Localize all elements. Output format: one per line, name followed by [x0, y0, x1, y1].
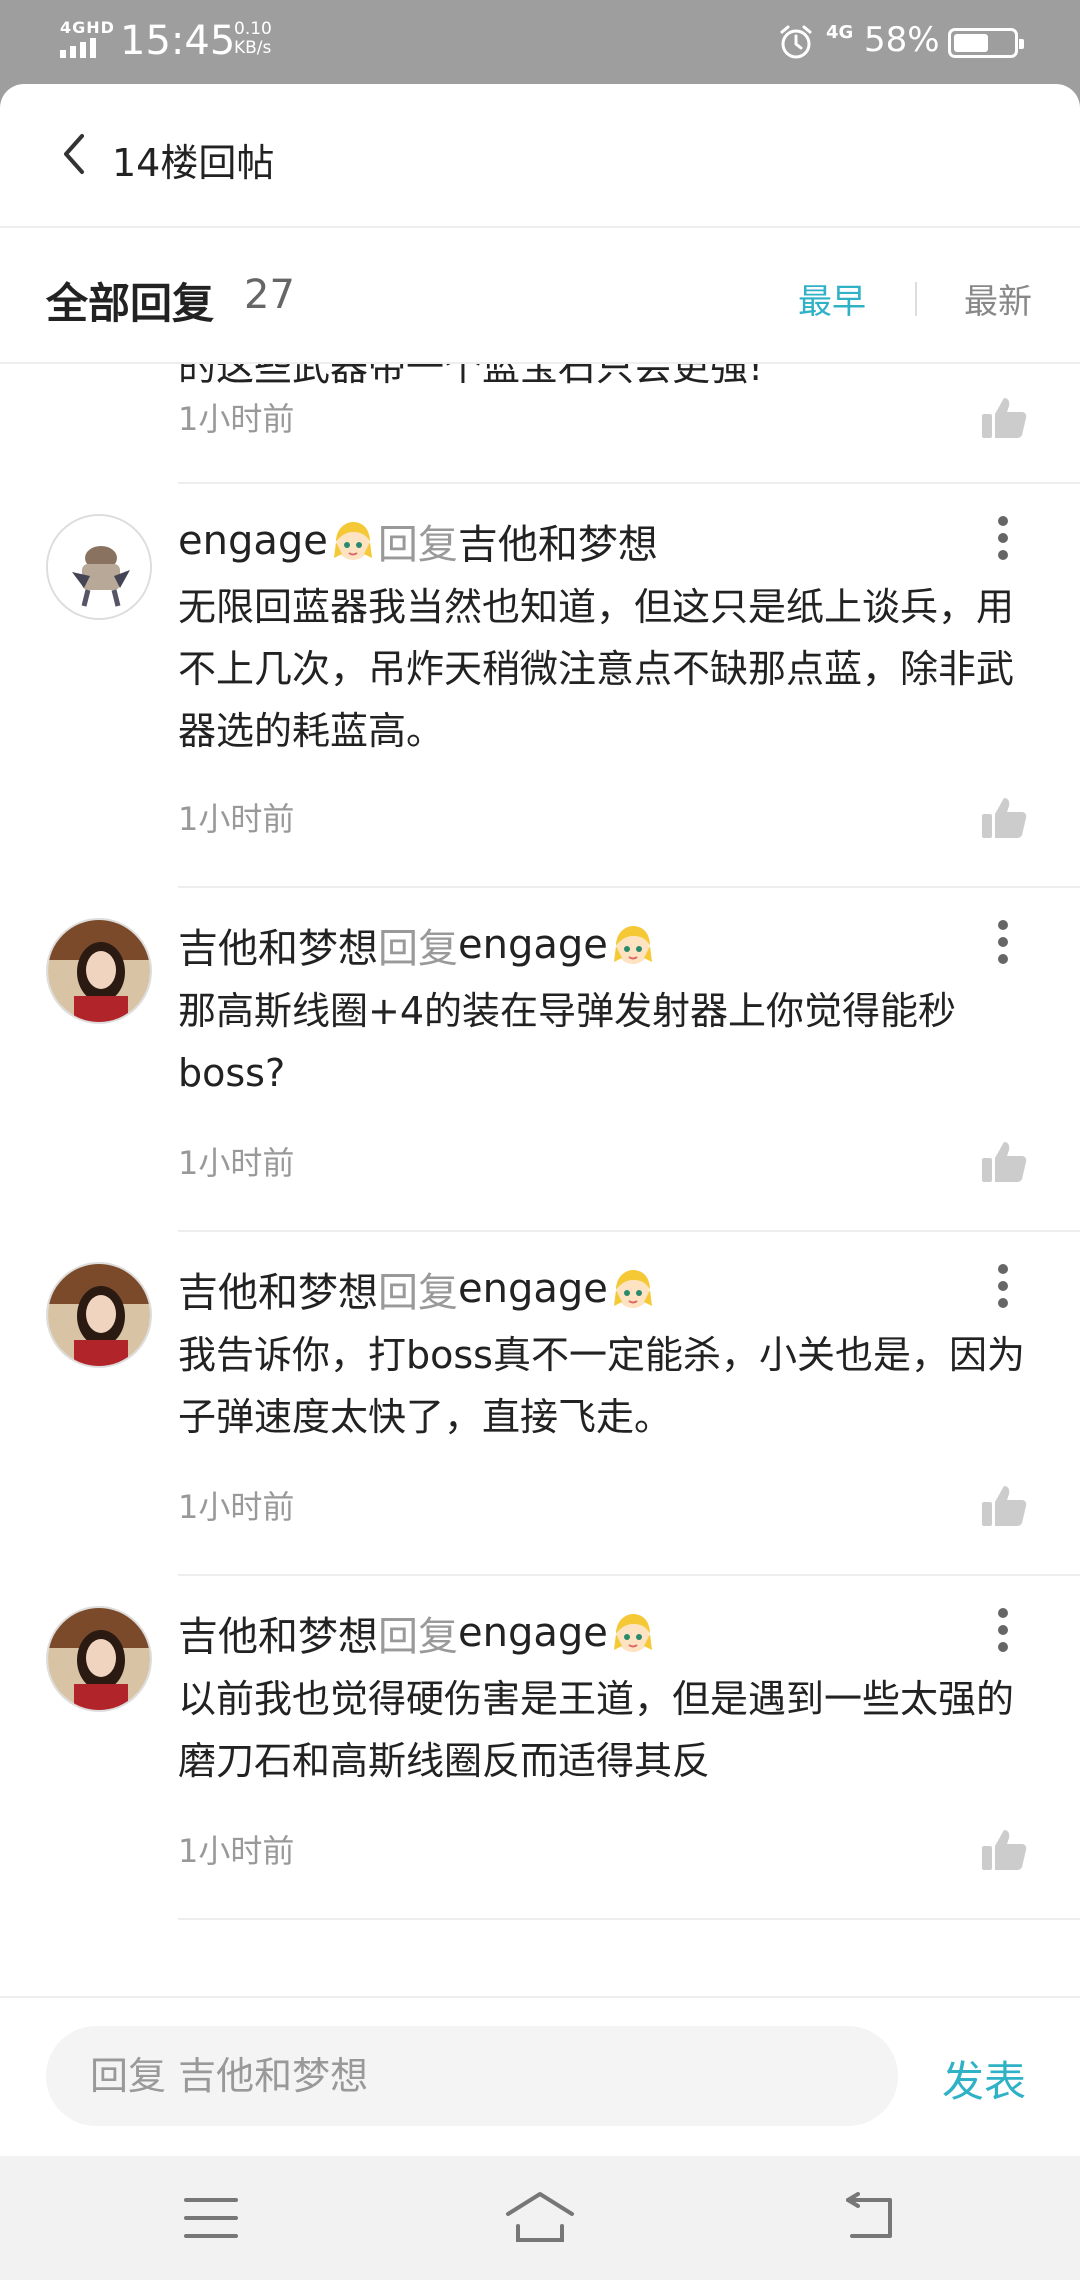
reply-item: engage 回复 吉他和梦想 无限回蓝器我当然也知道，但这只是纸上谈兵，用不上… — [0, 484, 1080, 888]
back-icon[interactable] — [842, 2192, 896, 2242]
reply-content: 无限回蓝器我当然也知道，但这只是纸上谈兵，用不上几次，吊炸天稍微注意点不缺那点蓝… — [178, 585, 1015, 753]
more-options-icon[interactable] — [996, 1262, 1010, 1310]
thumbs-up-icon[interactable] — [980, 794, 1028, 842]
thumbs-up-icon[interactable] — [980, 1138, 1028, 1186]
girl-badge-icon — [613, 1270, 652, 1308]
girl-badge-icon — [333, 522, 372, 560]
title-bar: 14楼回帖 — [0, 84, 1080, 228]
avatar-image — [48, 516, 150, 618]
reply-input-bar: 发表 — [0, 1996, 1080, 2156]
reply-sheet: 14楼回帖 全部回复 27 最早 最新 的这些武器带一个蓝宝石只会更强! 1小时… — [0, 84, 1080, 2156]
author-name[interactable]: engage — [178, 518, 328, 564]
mobile-data-label: 4G — [826, 22, 854, 43]
author-name[interactable]: 吉他和梦想 — [178, 1604, 378, 1662]
reply-target-name[interactable]: engage — [458, 922, 608, 968]
reply-content: 那高斯线圈+4的装在导弹发射器上你觉得能秒boss? — [178, 989, 957, 1095]
reply-time: 1小时前 — [178, 1488, 295, 1526]
sort-newest-tab[interactable]: 最新 — [964, 274, 1032, 323]
reply-time: 1小时前 — [178, 1832, 295, 1870]
author-name[interactable]: 吉他和梦想 — [178, 1260, 378, 1318]
reply-time: 1小时前 — [178, 400, 295, 438]
status-bar: 4GHD 15:45 0.10 KB/s 4G 58% — [0, 0, 1080, 84]
reply-item: 吉他和梦想 回复 engage 那高斯线圈+4的装在导弹发射器上你觉得能秒bos… — [0, 888, 1080, 1232]
reply-content: 我告诉你，打boss真不一定能杀，小关也是，因为子弹速度太快了，直接飞走。 — [178, 1333, 1025, 1439]
reply-content: 以前我也觉得硬伤害是王道，但是遇到一些太强的磨刀石和高斯线圈反而适得其反 — [178, 1677, 1015, 1783]
battery-icon — [948, 28, 1024, 58]
reply-header: 全部回复 27 最早 最新 — [0, 230, 1080, 364]
send-button[interactable]: 发表 — [942, 2048, 1026, 2109]
network-speed: 0.10 KB/s — [234, 20, 272, 58]
avatar-image — [48, 920, 150, 1022]
thumbs-up-icon[interactable] — [980, 1482, 1028, 1530]
battery-percent: 58% — [864, 20, 940, 60]
clock: 15:45 — [120, 18, 236, 64]
reply-to-label: 回复 — [377, 522, 458, 568]
more-options-icon[interactable] — [996, 918, 1010, 966]
reply-to-label: 回复 — [378, 1614, 458, 1660]
system-nav-bar — [0, 2156, 1080, 2280]
thumbs-up-icon[interactable] — [980, 394, 1028, 442]
reply-to-label: 回复 — [378, 1270, 458, 1316]
avatar-image — [48, 1264, 150, 1366]
girl-badge-icon — [613, 1614, 652, 1652]
reply-target-name[interactable]: 吉他和梦想 — [458, 512, 658, 570]
network-speed-unit: KB/s — [234, 38, 272, 58]
alarm-icon — [780, 25, 812, 59]
reply-author-line: 吉他和梦想 回复 engage — [178, 1260, 658, 1318]
all-replies-label: 全部回复 — [46, 279, 215, 328]
network-speed-value: 0.10 — [234, 19, 272, 39]
home-icon[interactable] — [504, 2190, 576, 2244]
reply-input[interactable] — [46, 2026, 898, 2126]
reply-item: 吉他和梦想 回复 engage 我告诉你，打boss真不一定能杀，小关也是，因为… — [0, 1232, 1080, 1576]
reply-list: 的这些武器带一个蓝宝石只会更强! 1小时前 engage 回复 吉他和梦想 无限… — [0, 364, 1080, 2080]
sort-earliest-tab[interactable]: 最早 — [798, 274, 866, 323]
reply-divider — [178, 1918, 1080, 1920]
back-arrow-icon[interactable] — [56, 130, 92, 178]
menu-icon[interactable] — [184, 2196, 238, 2240]
reply-author-line: engage 回复 吉他和梦想 — [178, 512, 658, 570]
avatar[interactable] — [46, 918, 152, 1024]
reply-item: 吉他和梦想 回复 engage 以前我也觉得硬伤害是王道，但是遇到一些太强的磨刀… — [0, 1576, 1080, 1920]
avatar[interactable] — [46, 514, 152, 620]
reply-to-label: 回复 — [378, 926, 458, 972]
sort-divider — [915, 282, 917, 316]
avatar[interactable] — [46, 1606, 152, 1712]
reply-time: 1小时前 — [178, 1144, 295, 1182]
page-title: 14楼回帖 — [112, 141, 275, 185]
girl-badge-icon — [613, 926, 652, 964]
reply-target-name[interactable]: engage — [458, 1610, 608, 1656]
reply-author-line: 吉他和梦想 回复 engage — [178, 1604, 658, 1662]
author-name[interactable]: 吉他和梦想 — [178, 916, 378, 974]
more-options-icon[interactable] — [996, 1606, 1010, 1654]
network-type: 4GHD — [60, 18, 115, 37]
reply-author-line: 吉他和梦想 回复 engage — [178, 916, 658, 974]
reply-count: 27 — [244, 272, 295, 318]
reply-target-name[interactable]: engage — [458, 1266, 608, 1312]
reply-time: 1小时前 — [178, 800, 295, 838]
partial-reply-text: 的这些武器带一个蓝宝石只会更强! — [178, 364, 764, 389]
thumbs-up-icon[interactable] — [980, 1826, 1028, 1874]
more-options-icon[interactable] — [996, 514, 1010, 562]
avatar[interactable] — [46, 1262, 152, 1368]
signal-icon — [60, 38, 96, 58]
avatar-image — [48, 1608, 150, 1710]
